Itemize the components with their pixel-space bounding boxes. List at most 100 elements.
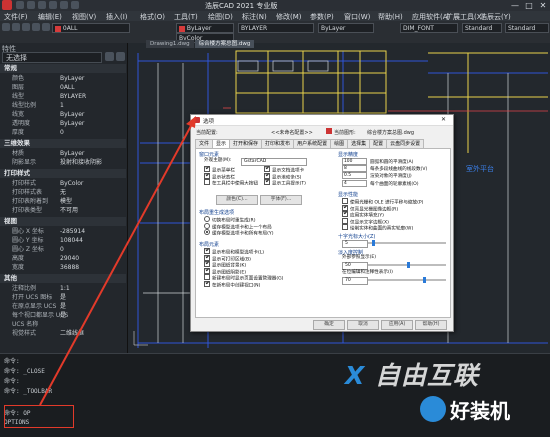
prop-row[interactable]: UCS 名称 xyxy=(0,320,126,329)
checkbox-icon[interactable] xyxy=(264,166,270,172)
checkbox-icon[interactable] xyxy=(342,224,348,230)
prop-row[interactable]: 打印样式 ByColor xyxy=(0,179,126,188)
prop-section-1[interactable]: 三维效果 xyxy=(0,139,126,148)
options-tab-7[interactable]: 配置 xyxy=(369,139,388,148)
prop-row[interactable]: 阴影显示 投射和接收阴影 xyxy=(0,158,126,167)
radio-icon[interactable] xyxy=(204,229,210,235)
checkbox-icon[interactable] xyxy=(204,166,210,172)
prop-row[interactable]: 图层 0ALL xyxy=(0,83,126,92)
open-icon[interactable] xyxy=(27,1,35,9)
select-objects-icon[interactable] xyxy=(116,52,125,61)
checkbox-4[interactable]: 在工具栏中使用大按钮 xyxy=(204,179,258,188)
lineweight-combo[interactable]: ByLayer xyxy=(318,23,374,33)
undo-icon[interactable] xyxy=(60,1,68,9)
checkbox-icon[interactable] xyxy=(204,267,210,274)
checkbox-icon[interactable] xyxy=(204,261,210,267)
prop-row[interactable]: 透明度 ByLayer xyxy=(0,119,126,128)
prop-row[interactable]: 打印样式表 无 xyxy=(0,188,126,197)
prop-row[interactable]: 打印表类型 不可用 xyxy=(0,206,126,215)
options-tab-6[interactable]: 选择集 xyxy=(347,139,371,148)
color-scheme-select[interactable]: GstarCAD xyxy=(241,158,307,166)
layer-combo[interactable]: 0ALL xyxy=(52,23,130,33)
prop-row[interactable]: 厚度 0 xyxy=(0,128,126,137)
selection-combo[interactable]: 无选择 xyxy=(2,52,102,63)
crosshair-slider-thumb[interactable] xyxy=(371,240,375,246)
print-icon[interactable] xyxy=(49,1,57,9)
tab-complex-site-plan[interactable]: 综合楼方案总图.dwg xyxy=(194,40,255,48)
checkbox-icon[interactable] xyxy=(204,280,210,287)
checkbox-icon[interactable] xyxy=(204,274,210,280)
new-icon[interactable] xyxy=(16,1,24,9)
resolution-input[interactable]: 100 xyxy=(342,158,367,165)
help-button[interactable]: 帮助(H) xyxy=(415,320,447,330)
inplace-fade-slider-thumb[interactable] xyxy=(422,277,426,283)
bulb-icon[interactable] xyxy=(22,23,30,31)
xref-fade-slider-track[interactable] xyxy=(368,262,446,268)
close-button[interactable]: ✕ xyxy=(536,0,550,11)
options-tab-5[interactable]: 绘图 xyxy=(330,139,349,148)
checkbox-icon[interactable] xyxy=(342,198,348,204)
resolution-input[interactable]: 4 xyxy=(342,179,367,187)
dialog-close-icon[interactable]: ✕ xyxy=(441,116,446,123)
options-tab-0[interactable]: 文件 xyxy=(195,139,214,148)
prop-row[interactable]: 颜色 ByLayer xyxy=(0,74,126,83)
prop-section-2[interactable]: 打印样式 xyxy=(0,169,126,178)
prop-section-4[interactable]: 其他 xyxy=(0,274,126,283)
prop-row[interactable]: 线宽 ByLayer xyxy=(0,110,126,119)
sun-icon[interactable] xyxy=(32,23,40,31)
tab-drawing1[interactable]: Drawing1.dwg xyxy=(146,40,194,48)
prop-row[interactable]: 在原点显示 UCS 是 xyxy=(0,302,126,311)
prop-row[interactable]: 线型比例 1 xyxy=(0,101,126,110)
prop-row[interactable]: 材质 ByLayer xyxy=(0,149,126,158)
prop-row[interactable]: 注释比例 1:1 xyxy=(0,284,126,293)
maximize-button[interactable]: □ xyxy=(522,0,536,11)
fonts-button[interactable]: 字体(F)... xyxy=(260,195,302,205)
save-icon[interactable] xyxy=(38,1,46,9)
checkbox-5[interactable]: 显示工具提示(T) xyxy=(264,179,306,188)
textstyle-combo[interactable]: DIM_FONT xyxy=(400,23,458,33)
prop-row[interactable]: 线型 BYLAYER xyxy=(0,92,126,101)
checkbox-icon[interactable] xyxy=(204,248,210,254)
prop-row[interactable]: 圆心 X 坐标 -285914 xyxy=(0,227,126,236)
lock-icon[interactable] xyxy=(42,23,50,31)
checkbox-4[interactable]: 绘制实体和曲面的真实轮廓(W) xyxy=(342,224,413,233)
checkbox-icon[interactable] xyxy=(342,217,348,224)
dimstyle-combo[interactable]: Standard xyxy=(462,23,502,33)
checkbox-icon[interactable] xyxy=(342,211,348,217)
crosshair-size-input[interactable]: 5 xyxy=(342,240,368,248)
minimize-button[interactable]: — xyxy=(508,0,522,11)
linetype-combo[interactable]: BYLAYER xyxy=(238,23,314,33)
checkbox-icon[interactable] xyxy=(264,179,270,185)
resolution-input[interactable]: 0.5 xyxy=(342,172,367,180)
prop-section-3[interactable]: 视图 xyxy=(0,217,126,226)
crosshair-slider-track[interactable] xyxy=(368,240,446,246)
radio-2[interactable]: 缓存模型选项卡和所有布局(Y) xyxy=(204,229,274,238)
checkbox-icon[interactable] xyxy=(204,172,210,179)
prop-row[interactable]: 每个视口都显示 UCS 是 xyxy=(0,311,126,320)
prop-row[interactable]: 打开 UCS 图标是 xyxy=(0,293,126,302)
cancel-button[interactable]: 取消 xyxy=(347,320,379,330)
redo-icon[interactable] xyxy=(71,1,79,9)
prop-row[interactable]: 圆心 Z 坐标 0 xyxy=(0,245,126,254)
resolution-input[interactable]: 8 xyxy=(342,165,367,173)
ok-button[interactable]: 确定 xyxy=(313,320,345,330)
layer-manager-icon[interactable] xyxy=(2,23,10,31)
prop-row[interactable]: 宽度 36888 xyxy=(0,263,126,272)
options-tab-2[interactable]: 打开和保存 xyxy=(229,139,263,148)
inplace-fade-slider-track[interactable] xyxy=(368,277,446,283)
prop-row[interactable]: 圆心 Y 坐标 108044 xyxy=(0,236,126,245)
prop-row[interactable]: 高度 29040 xyxy=(0,254,126,263)
quick-select-icon[interactable] xyxy=(105,52,114,61)
xref-fade-input[interactable]: 50 xyxy=(342,262,368,270)
checkbox-5[interactable]: 在新布局中创建视口(N) xyxy=(204,280,260,290)
prop-row[interactable]: 视觉样式 二维线框 xyxy=(0,329,126,338)
apply-button[interactable]: 应用(A) xyxy=(381,320,413,330)
radio-icon[interactable] xyxy=(204,222,210,229)
tablestyle-combo[interactable]: Standard xyxy=(505,23,549,33)
color-combo[interactable]: ByLayer xyxy=(176,23,234,33)
options-tab-8[interactable]: 云盘同步设置 xyxy=(386,139,425,148)
colors-button[interactable]: 颜色(C)... xyxy=(216,195,258,205)
xref-fade-slider-thumb[interactable] xyxy=(407,262,410,268)
prop-section-0[interactable]: 常规 xyxy=(0,64,126,73)
inplace-fade-input[interactable]: 70 xyxy=(342,277,368,285)
